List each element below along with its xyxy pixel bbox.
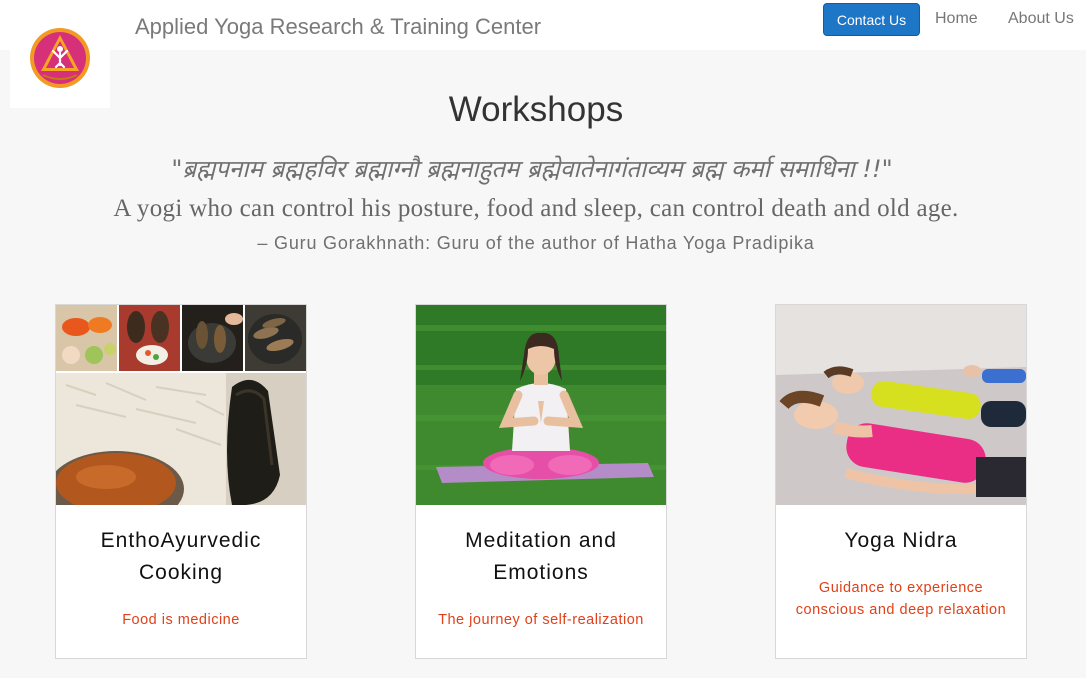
yoga-nidra-image bbox=[776, 305, 1026, 505]
workshop-subtitle: The journey of self-realization bbox=[438, 612, 644, 628]
contact-us-button[interactable]: Contact Us bbox=[823, 3, 920, 36]
cooking-collage-image bbox=[56, 305, 306, 505]
page-title: Workshops bbox=[448, 90, 624, 129]
top-header: Applied Yoga Research & Training Center … bbox=[0, 0, 1086, 50]
nav-about-link[interactable]: About Us bbox=[1008, 10, 1074, 28]
sanskrit-quote: "ब्रह्मपनाम ब्रह्महविर ब्रह्माग्नौ ब्रह्… bbox=[171, 155, 893, 183]
meditation-image bbox=[416, 305, 666, 505]
workshop-title: Yoga Nidra bbox=[844, 529, 958, 552]
workshop-card-cooking[interactable]: EnthoAyurvedic Cooking Food is medicine bbox=[55, 304, 307, 659]
workshop-subtitle: Guidance to experience conscious and dee… bbox=[795, 580, 1007, 618]
nav-home-link[interactable]: Home bbox=[935, 10, 978, 28]
workshop-title: Meditation and Emotions bbox=[465, 529, 617, 584]
site-logo[interactable] bbox=[10, 10, 110, 108]
english-quote: A yogi who can control his posture, food… bbox=[113, 195, 959, 222]
site-title[interactable]: Applied Yoga Research & Training Center bbox=[135, 14, 541, 40]
yoga-center-logo-icon bbox=[30, 28, 90, 88]
workshop-title: EnthoAyurvedic Cooking bbox=[100, 529, 262, 584]
workshop-card-meditation[interactable]: Meditation and Emotions The journey of s… bbox=[415, 304, 667, 659]
workshop-card-yoga-nidra[interactable]: Yoga Nidra Guidance to experience consci… bbox=[775, 304, 1027, 659]
quote-attribution: – Guru Gorakhnath: Guru of the author of… bbox=[257, 233, 815, 253]
workshop-subtitle: Food is medicine bbox=[122, 612, 240, 628]
